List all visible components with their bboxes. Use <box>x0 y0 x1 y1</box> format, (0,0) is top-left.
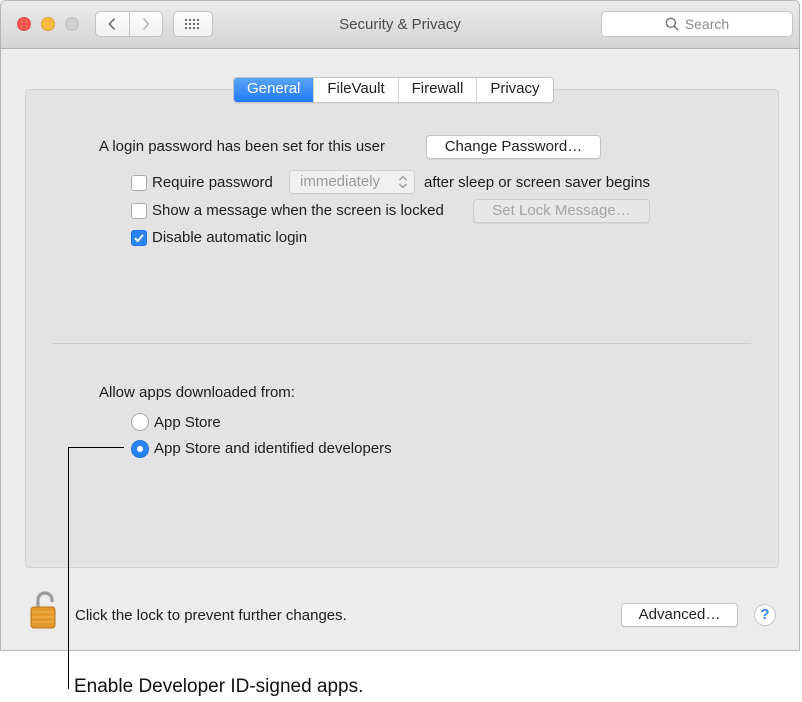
unlocked-padlock-icon[interactable] <box>29 590 59 635</box>
login-password-text: A login password has been set for this u… <box>99 138 385 155</box>
callout-line-horizontal <box>68 447 124 448</box>
advanced-button[interactable]: Advanced… <box>621 603 738 627</box>
tab-filevault[interactable]: FileVault <box>313 78 397 102</box>
require-password-delay-popup[interactable]: immediately <box>289 170 415 194</box>
tab-privacy[interactable]: Privacy <box>476 78 552 102</box>
tab-bar: General FileVault Firewall Privacy <box>233 77 554 103</box>
app-store-radio[interactable] <box>131 413 149 431</box>
show-message-label: Show a message when the screen is locked <box>152 202 444 219</box>
search-field[interactable]: Search <box>601 11 793 37</box>
section-divider <box>53 343 751 344</box>
tab-general[interactable]: General <box>234 78 314 102</box>
lock-instruction-text: Click the lock to prevent further change… <box>75 607 347 624</box>
up-down-arrows-icon <box>399 175 407 189</box>
require-password-label: Require password <box>152 174 273 191</box>
callout-line-vertical <box>68 447 69 689</box>
change-password-button[interactable]: Change Password… <box>426 135 601 159</box>
app-store-label: App Store <box>154 414 221 431</box>
identified-developers-radio[interactable] <box>131 440 149 458</box>
show-message-checkbox[interactable] <box>131 203 147 219</box>
allow-apps-heading: Allow apps downloaded from: <box>99 384 295 401</box>
search-placeholder: Search <box>684 16 730 32</box>
help-button[interactable]: ? <box>754 604 776 626</box>
identified-developers-label: App Store and identified developers <box>154 440 392 457</box>
callout-caption: Enable Developer ID-signed apps. <box>74 676 364 697</box>
set-lock-message-button[interactable]: Set Lock Message… <box>473 199 650 223</box>
checkmark-icon <box>134 234 144 243</box>
require-password-suffix: after sleep or screen saver begins <box>424 174 650 191</box>
disable-automatic-login-label: Disable automatic login <box>152 229 308 246</box>
title-bar: Security & Privacy Search <box>1 1 799 49</box>
tab-firewall[interactable]: Firewall <box>397 78 477 102</box>
popup-value: immediately <box>300 173 381 190</box>
require-password-checkbox[interactable] <box>131 175 147 191</box>
general-panel <box>25 89 779 568</box>
disable-automatic-login-checkbox[interactable] <box>131 230 147 246</box>
search-icon <box>665 17 679 31</box>
preferences-window: Security & Privacy Search General FileVa… <box>0 0 800 651</box>
